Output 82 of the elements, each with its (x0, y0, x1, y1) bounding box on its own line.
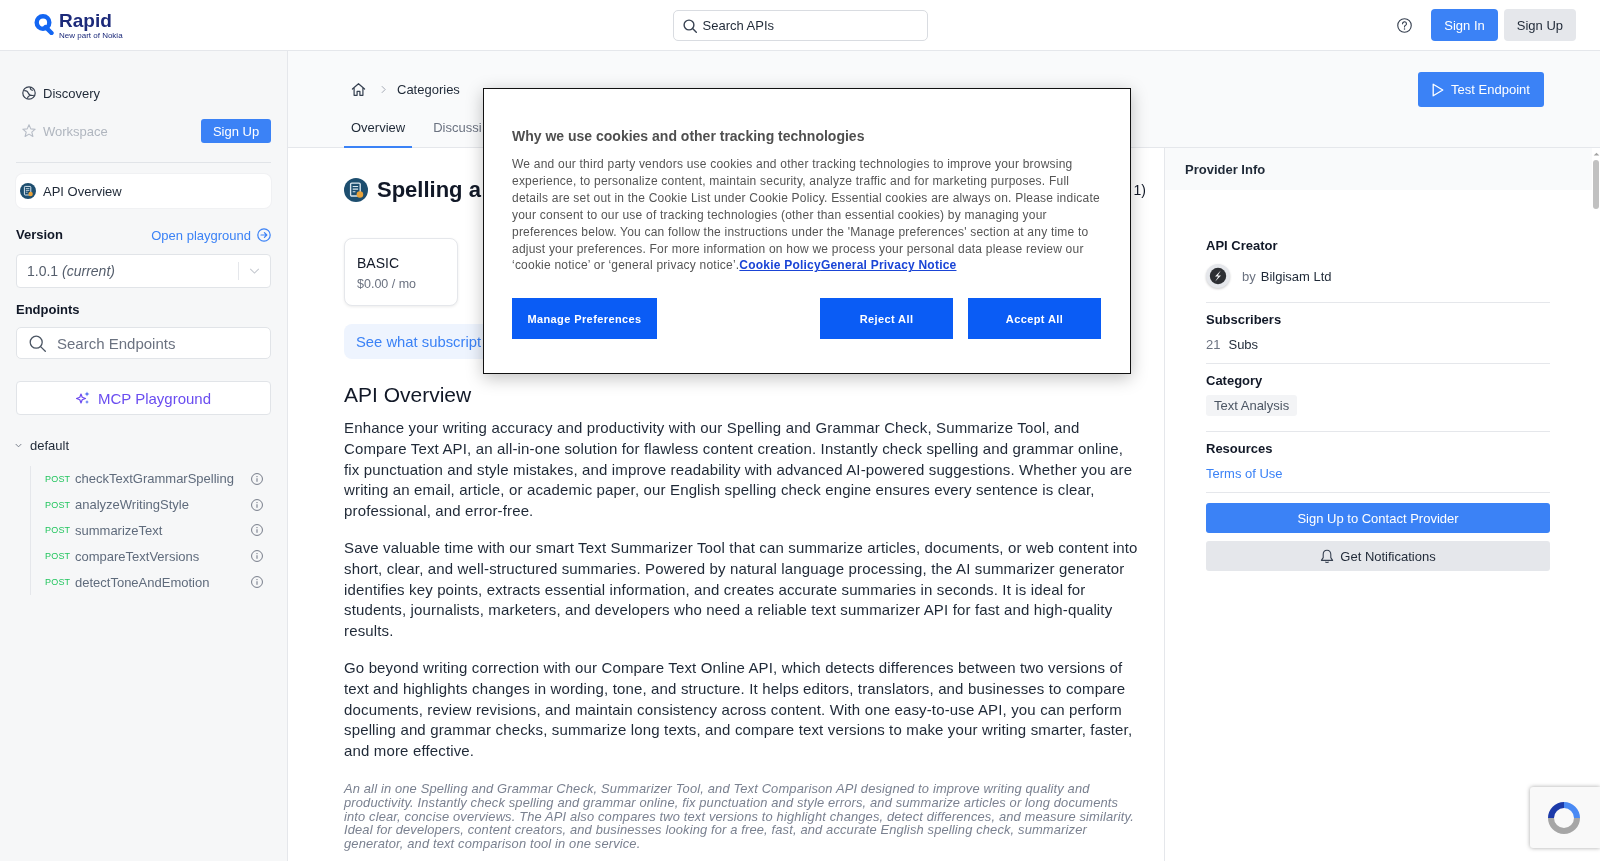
cookie-dialog-title: Why we use cookies and other tracking technologies (512, 127, 866, 145)
logo-tagline: New part of Nokia (59, 30, 123, 40)
subscriber-unit: Subs (1228, 336, 1259, 352)
logo-mark-icon[interactable] (34, 12, 54, 35)
info-heading: Subscribers (1206, 312, 1283, 328)
info-heading: Resources (1206, 441, 1274, 457)
arrow-right-circle-icon (257, 228, 271, 242)
panel-title: Provider Info (1185, 161, 1266, 177)
overview-paragraph: Enhance your writing accuracy and productivity with our Spelling and Grammar Check, Summarize Tool, and Compare Text API, an all-in-one solution for flawless content creation. Instantly check spelling and grammar online, fix punctuation and style mistakes, and improve readability with advanced AI-powered suggestions. Whether you are writing an email, article, or academic paper, our English spelling check engine ensures every sentence is clear, professional, and error-free. (344, 418, 1134, 522)
info-icon[interactable] (251, 472, 263, 485)
terms-link[interactable]: Terms of Use (1206, 465, 1283, 481)
info-icon[interactable] (251, 524, 263, 537)
method-label: POST (45, 525, 72, 536)
section-label: Endpoints (16, 301, 81, 319)
method-label: POST (45, 499, 72, 510)
help-icon[interactable] (1397, 17, 1413, 33)
info-icon[interactable] (251, 576, 263, 589)
contact-provider-button[interactable]: Sign Up to Contact Provider (1206, 503, 1550, 533)
manage-preferences-button[interactable]: Manage Preferences (512, 298, 657, 340)
accept-all-button[interactable]: Accept All (968, 298, 1101, 340)
cookie-policy-link[interactable]: Cookie Policy (739, 258, 821, 273)
mcp-playground-button[interactable]: MCP Playground (16, 381, 271, 415)
endpoint-name[interactable]: analyzeWritingStyle (75, 497, 251, 513)
banner-text: See what subscript (356, 333, 481, 350)
test-endpoint-button[interactable]: Test Endpoint (1418, 72, 1544, 107)
info-heading: API Creator (1206, 238, 1279, 254)
scroll-up-arrow-icon[interactable] (1592, 152, 1600, 156)
api-title: Spelling a (377, 176, 481, 204)
title-fragment: 1) (1133, 182, 1146, 198)
star-icon (22, 124, 36, 138)
creator-name[interactable]: Bilgisam Ltd (1260, 268, 1332, 284)
pricing-card[interactable]: BASIC $0.00 / mo (344, 238, 458, 306)
creator-prefix: by (1242, 268, 1256, 284)
tab[interactable]: Discussi (426, 112, 482, 148)
search-field[interactable]: Search APIs (672, 9, 928, 41)
scrollbar-thumb[interactable] (1593, 160, 1599, 209)
home-icon[interactable] (351, 82, 366, 97)
endpoint-name[interactable]: checkTextGrammarSpelling (75, 471, 251, 487)
version-select[interactable]: 1.0.1 (current) (16, 254, 271, 288)
endpoint-name[interactable]: compareTextVersions (75, 548, 251, 564)
reject-all-button[interactable]: Reject All (820, 298, 953, 340)
summary-text: An all in one Spelling and Grammar Check, Summarizer Tool, and Text Comparison API designed to improve writing quality and productivity. Instantly check spelling and grammar online, fix punctuation and style errors, and summarize articles or long documents into clear, concise overviews. The API also compares two text versions to highlight changes, detect differences, and measure similarity. Ideal for developers, content creators, and businesses looking for a free, fast, and accurate English spelling check, summarizer generator, and text comparison tool in one service. (344, 781, 1135, 851)
subscription-banner[interactable]: See what subscript (344, 324, 483, 359)
sign-in-button[interactable]: Sign In (1431, 9, 1498, 41)
caret-icon[interactable] (15, 442, 22, 448)
overview-paragraph: Go beyond writing correction with our Compare Text Online API, which detects differences between two versions of text and highlights changes in wording, tone, and structure. It helps editors, translators, and businesses to compare documents, review revisions, and maintain consistency across content. With one easy-to-use API, you can perform spelling and grammar checks, summarize long texts, and compare text versions to make your writing smarter, faster, and more effective. (344, 657, 1134, 762)
subscriber-count: 21 (1206, 336, 1221, 352)
breadcrumb-link[interactable]: Categories (397, 82, 460, 97)
endpoint-name[interactable]: detectToneAndEmotion (75, 574, 251, 590)
info-icon[interactable] (251, 550, 263, 563)
category-tag[interactable]: Text Analysis (1206, 395, 1298, 416)
endpoint-name[interactable]: summarizeText (75, 523, 251, 538)
plan-price: $0.00 / mo (357, 276, 418, 292)
bell-icon (1320, 548, 1335, 564)
document-icon (20, 183, 36, 199)
sign-up-button[interactable]: Sign Up (1503, 9, 1576, 41)
info-heading: Category (1206, 373, 1264, 389)
play-icon (1432, 82, 1445, 97)
logo-wordmark[interactable]: Rapid (59, 10, 123, 30)
chevron-right-icon (381, 85, 386, 94)
search-field[interactable]: Search Endpoints (16, 327, 271, 359)
document-icon (344, 178, 368, 202)
cookie-notice-text: We and our third party vendors use cookies and other tracking technologies to improve your browsing experience, to personalize content, maintain security, analyze traffic and for marketing purposes. Full details are set out in the Cookie List under Cookie Policy. Essential cookies are always on. Please indicate your consent to our use of tracking technologies (other than essential cookies) by managing your preferences below. You can follow the instructions under the 'Manage preferences' section at any time to adjust your preferences. For more information on how we process your personal data please review our ‘cookie notice’ or ‘general privacy notice’.Cookie PolicyGeneral Privacy Notice (512, 156, 1101, 275)
method-label: POST (45, 577, 72, 588)
open-playground-link[interactable]: Open playground (151, 227, 271, 243)
section-label: Version (16, 226, 63, 244)
method-label: POST (45, 551, 72, 562)
globe-icon (22, 86, 36, 100)
api-overview-item[interactable]: API Overview (16, 174, 271, 208)
nav-item[interactable]: Discovery (16, 85, 101, 101)
sparkle-icon (75, 391, 90, 405)
chevron-down-icon (249, 268, 260, 274)
notifications-button[interactable]: Get Notifications (1206, 541, 1550, 571)
info-icon[interactable] (251, 498, 263, 511)
method-label: POST (45, 473, 72, 484)
group-name[interactable]: default (30, 437, 70, 453)
section-heading: API Overview (344, 382, 473, 408)
overview-paragraph: Save valuable time with our smart Text Summarizer Tool that can summarize articles, documents, or web content into short, clear, and well-structured summaries. Powered by natural language processing, the AI summarizer generator identifies key points, extracts essential information, and creates accurate summaries in seconds. It is ideal for students, journalists, marketers, and developers who need a reliable text summarizer API for fast and high-quality results. (344, 538, 1139, 642)
bolt-avatar-icon (1206, 264, 1230, 288)
privacy-notice-link[interactable]: General Privacy Notice (820, 258, 957, 273)
tab[interactable]: Overview (344, 112, 413, 148)
plan-name: BASIC (357, 254, 400, 272)
